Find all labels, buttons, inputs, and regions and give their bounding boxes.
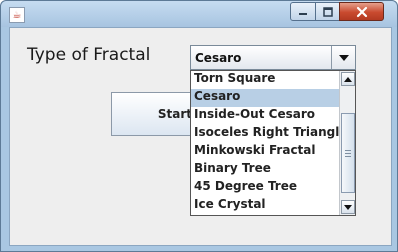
maximize-icon	[322, 6, 333, 17]
fractal-type-combobox[interactable]: Cesaro	[190, 45, 356, 70]
list-item[interactable]: 45 Degree Tree	[191, 179, 339, 197]
chevron-down-icon	[338, 54, 349, 61]
type-of-fractal-label: Type of Fractal	[27, 45, 151, 65]
scrollbar-thumb[interactable]	[341, 113, 355, 193]
vertical-scrollbar[interactable]	[339, 71, 355, 215]
app-window: ☕ Type of Fractal Start Cesaro Torn Squa…	[0, 0, 398, 252]
arrow-down-icon	[344, 204, 352, 210]
list-item[interactable]: Ice Crystal	[191, 197, 339, 215]
content-panel: Type of Fractal Start Cesaro Torn Square…	[9, 27, 392, 246]
list-item[interactable]: Torn Square	[191, 71, 339, 89]
list-item[interactable]: Binary Tree	[191, 161, 339, 179]
list-item[interactable]: Minkowski Fractal	[191, 143, 339, 161]
arrow-up-icon	[344, 76, 352, 82]
maximize-button[interactable]	[315, 2, 340, 21]
close-button[interactable]	[339, 2, 384, 21]
minimize-button[interactable]	[290, 2, 316, 21]
grip-line	[345, 153, 351, 154]
grip-line	[345, 156, 351, 157]
minimize-icon	[299, 12, 307, 15]
combobox-selected-value: Cesaro	[195, 51, 242, 65]
grip-line	[345, 150, 351, 151]
scroll-down-button[interactable]	[341, 200, 355, 214]
start-button-label: Start	[157, 107, 192, 121]
fractal-type-dropdown-list[interactable]: Torn Square Cesaro Inside-Out Cesaro Iso…	[190, 70, 356, 216]
close-icon	[356, 6, 367, 17]
java-icon[interactable]: ☕	[9, 7, 25, 23]
list-item[interactable]: Inside-Out Cesaro	[191, 107, 339, 125]
list-item[interactable]: Isoceles Right Triangle	[191, 125, 339, 143]
window-title	[31, 7, 271, 21]
list-item[interactable]: Cesaro	[191, 89, 339, 107]
title-bar[interactable]: ☕	[1, 1, 397, 27]
scroll-up-button[interactable]	[341, 72, 355, 86]
combobox-arrow-button[interactable]	[331, 46, 355, 69]
options-list: Torn Square Cesaro Inside-Out Cesaro Iso…	[191, 71, 339, 215]
